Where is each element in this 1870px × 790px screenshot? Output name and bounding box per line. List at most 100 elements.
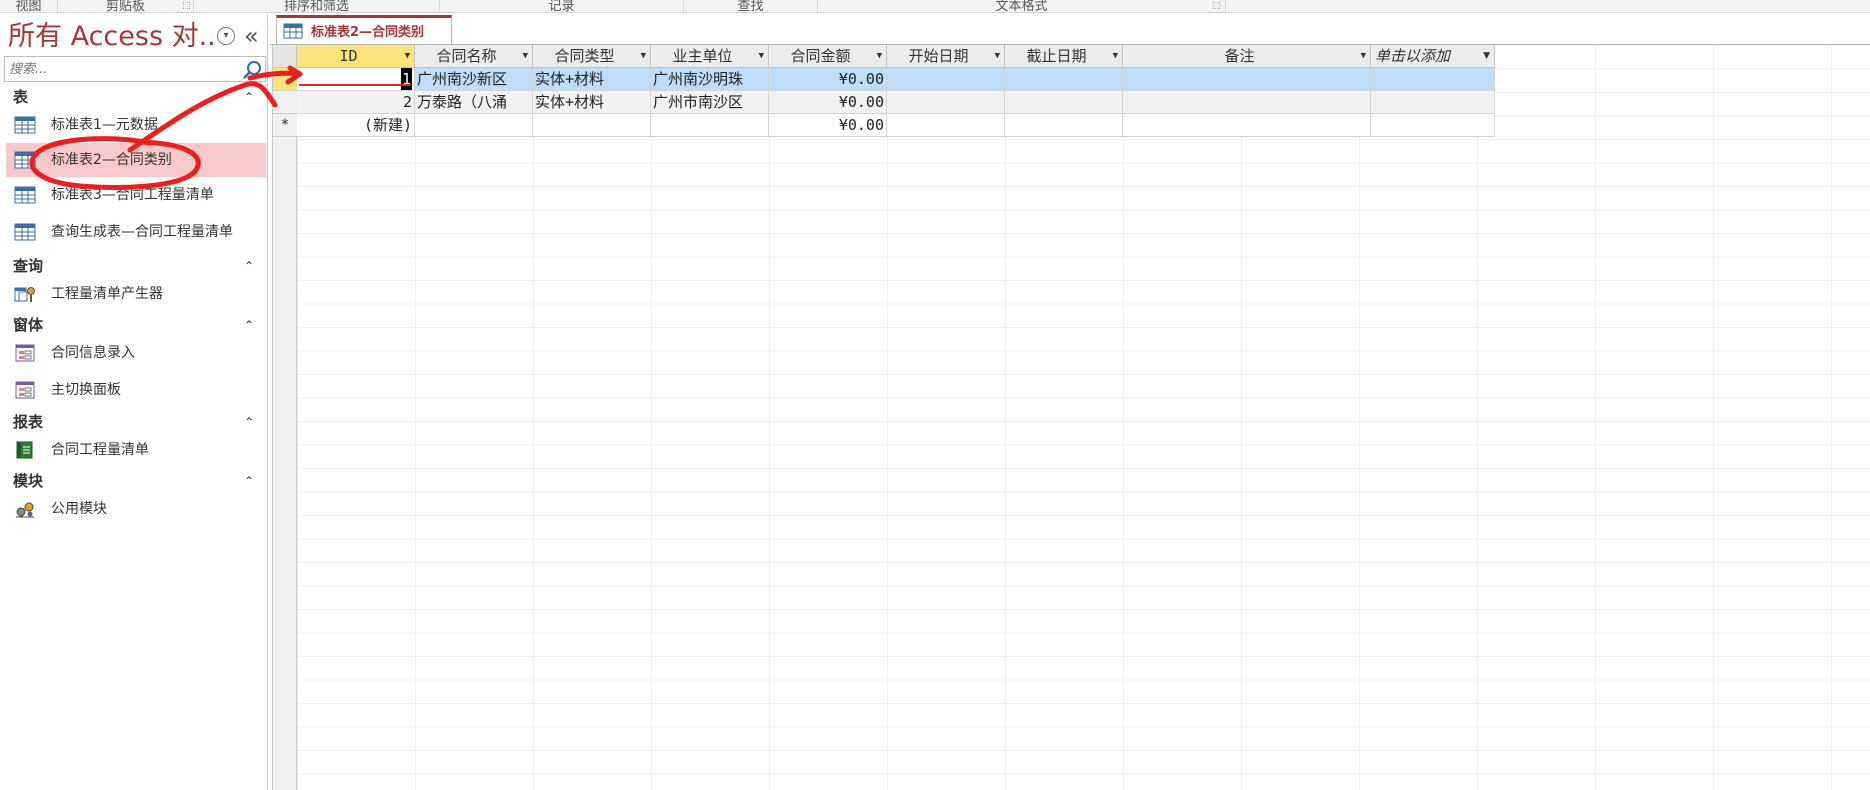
nav-item-module-1[interactable]: 公用模块	[6, 492, 266, 526]
column-header-owner[interactable]: 业主单位 ▼	[651, 45, 769, 68]
table-row[interactable]: 2 万泰路（八涌 实体+材料 广州市南沙区 ¥0.00	[273, 91, 1495, 114]
nav-title-dropdown-icon[interactable]: ▾	[217, 27, 235, 45]
nav-search-box	[4, 56, 266, 82]
nav-item-table-4[interactable]: 查询生成表—合同工程量清单	[6, 215, 266, 249]
column-dropdown-icon[interactable]: ▼	[641, 45, 646, 67]
nav-group-queries[interactable]: 查询 ⌃	[0, 254, 266, 278]
record-selector[interactable]	[273, 91, 297, 114]
table-cell-end-date[interactable]	[1005, 68, 1123, 91]
nav-item-label: 公用模块	[51, 501, 107, 517]
column-dropdown-icon[interactable]: ▼	[759, 45, 764, 67]
ribbon-group-records: 记录	[440, 0, 684, 12]
datasheet-grid-background	[273, 45, 1870, 790]
column-dropdown-icon[interactable]: ▼	[995, 45, 1000, 67]
column-header-label: 合同金额	[790, 47, 851, 65]
column-dropdown-icon[interactable]: ▼	[1113, 45, 1118, 67]
column-dropdown-icon[interactable]: ▼	[1361, 45, 1366, 67]
table-cell-contract-name[interactable]: 广州南沙新区	[415, 68, 533, 91]
collapse-chevron-icon[interactable]: ⌃	[244, 410, 254, 434]
nav-search-input[interactable]	[5, 57, 235, 81]
column-header-click-to-add[interactable]: 单击以添加 ▼	[1371, 45, 1495, 68]
column-header-amount[interactable]: 合同金额 ▼	[769, 45, 887, 68]
column-header-end-date[interactable]: 截止日期 ▼	[1005, 45, 1123, 68]
table-cell-add[interactable]	[1371, 114, 1495, 137]
clipboard-launcher-icon[interactable]: ⬚	[182, 1, 191, 11]
nav-item-label: 标准表2—合同类别	[51, 152, 172, 168]
collapse-chevron-icon[interactable]: ⌃	[244, 254, 254, 278]
collapse-chevron-icon[interactable]: ⌃	[244, 313, 254, 337]
nav-group-queries-label: 查询	[13, 257, 44, 275]
table-cell-id[interactable]: 2	[297, 91, 415, 114]
nav-item-form-1[interactable]: 合同信息录入	[6, 336, 266, 370]
table-cell-end-date[interactable]	[1005, 114, 1123, 137]
nav-group-reports[interactable]: 报表 ⌃	[0, 410, 266, 434]
nav-item-table-3[interactable]: 标准表3—合同工程量清单	[6, 178, 266, 212]
column-header-label: 开始日期	[908, 47, 969, 65]
table-cell-start-date[interactable]	[887, 91, 1005, 114]
table-cell-notes[interactable]	[1123, 114, 1371, 137]
table-cell-notes[interactable]	[1123, 91, 1371, 114]
nav-item-table-2[interactable]: 标准表2—合同类别	[6, 143, 266, 177]
table-cell-notes[interactable]	[1123, 68, 1371, 91]
nav-item-label: 主切换面板	[51, 382, 121, 398]
report-icon	[16, 441, 33, 459]
ribbon-group-view: 视图	[0, 0, 58, 12]
column-dropdown-icon[interactable]: ▼	[877, 45, 882, 67]
table-cell-start-date[interactable]	[887, 68, 1005, 91]
nav-group-forms[interactable]: 窗体 ⌃	[0, 313, 266, 337]
nav-item-table-1[interactable]: 标准表1—元数据	[6, 108, 266, 142]
column-dropdown-icon[interactable]: ▼	[405, 45, 410, 67]
column-header-id[interactable]: ID ▼	[297, 45, 415, 68]
nav-group-modules[interactable]: 模块 ⌃	[0, 469, 266, 493]
table-cell-contract-name[interactable]: 万泰路（八涌	[415, 91, 533, 114]
table-cell-owner[interactable]: 广州市南沙区	[651, 91, 769, 114]
table-cell-start-date[interactable]	[887, 114, 1005, 137]
nav-item-query-1[interactable]: 工程量清单产生器	[6, 277, 266, 311]
nav-item-label: 合同工程量清单	[51, 442, 149, 458]
table-cell-add[interactable]	[1371, 91, 1495, 114]
column-header-contract-name[interactable]: 合同名称 ▼	[415, 45, 533, 68]
nav-group-tables[interactable]: 表 ⌃	[0, 85, 266, 109]
collapse-chevron-icon[interactable]: ⌃	[244, 469, 254, 493]
nav-pane-title[interactable]: 所有 Access 对...	[8, 17, 218, 57]
table-cell-contract-name[interactable]	[415, 114, 533, 137]
column-header-start-date[interactable]: 开始日期 ▼	[887, 45, 1005, 68]
new-record-row[interactable]: * (新建) ¥0.00	[273, 114, 1495, 137]
column-header-label: 截止日期	[1026, 47, 1087, 65]
nav-item-report-1[interactable]: 合同工程量清单	[6, 433, 266, 467]
nav-collapse-icon[interactable]: «	[244, 22, 259, 50]
search-icon[interactable]	[241, 59, 263, 81]
record-selector[interactable]	[273, 68, 297, 91]
table-cell-contract-type[interactable]: 实体+材料	[533, 91, 651, 114]
nav-item-label: 标准表3—合同工程量清单	[51, 187, 214, 203]
table-cell-amount[interactable]: ¥0.00	[769, 114, 887, 137]
nav-group-tables-label: 表	[13, 88, 29, 106]
table-cell-contract-type[interactable]	[533, 114, 651, 137]
select-all-corner[interactable]	[273, 45, 297, 68]
table-cell-amount[interactable]: ¥0.00	[769, 91, 887, 114]
table-cell-owner[interactable]	[651, 114, 769, 137]
table-cell-amount[interactable]: ¥0.00	[769, 68, 887, 91]
form-icon	[15, 381, 35, 399]
table-cell-id[interactable]: 1	[297, 68, 415, 91]
new-record-marker[interactable]: *	[273, 114, 297, 137]
document-tab[interactable]: 标准表2—合同类别	[276, 15, 452, 45]
table-cell-id[interactable]: (新建)	[297, 114, 415, 137]
table-cell-contract-type[interactable]: 实体+材料	[533, 68, 651, 91]
column-header-contract-type[interactable]: 合同类型 ▼	[533, 45, 651, 68]
column-header-label: 合同类型	[554, 47, 615, 65]
datasheet-view[interactable]: ID ▼ 合同名称 ▼ 合同类型 ▼ 业主单位 ▼ 合同金额 ▼ 开始日期 ▼ 截止日期 ▼ …	[272, 45, 1870, 790]
column-dropdown-icon[interactable]: ▼	[523, 45, 528, 67]
table-row[interactable]: 1 广州南沙新区 实体+材料 广州南沙明珠 ¥0.00	[273, 68, 1495, 91]
column-dropdown-icon[interactable]: ▼	[1483, 45, 1490, 67]
column-header-notes[interactable]: 备注 ▼	[1123, 45, 1371, 68]
collapse-chevron-icon[interactable]: ⌃	[244, 85, 254, 109]
text-format-launcher-icon[interactable]: ⬚	[1212, 1, 1221, 11]
document-tab-label: 标准表2—合同类别	[311, 25, 425, 40]
nav-item-form-2[interactable]: 主切换面板	[6, 373, 266, 407]
table-cell-owner[interactable]: 广州南沙明珠	[651, 68, 769, 91]
table-cell-add[interactable]	[1371, 68, 1495, 91]
table-cell-end-date[interactable]	[1005, 91, 1123, 114]
navigation-pane: 所有 Access 对... ▾ « 表 ⌃ 标准表1—元数据 标准表2—合同类…	[0, 14, 268, 790]
column-header-label: 单击以添加	[1375, 47, 1451, 65]
